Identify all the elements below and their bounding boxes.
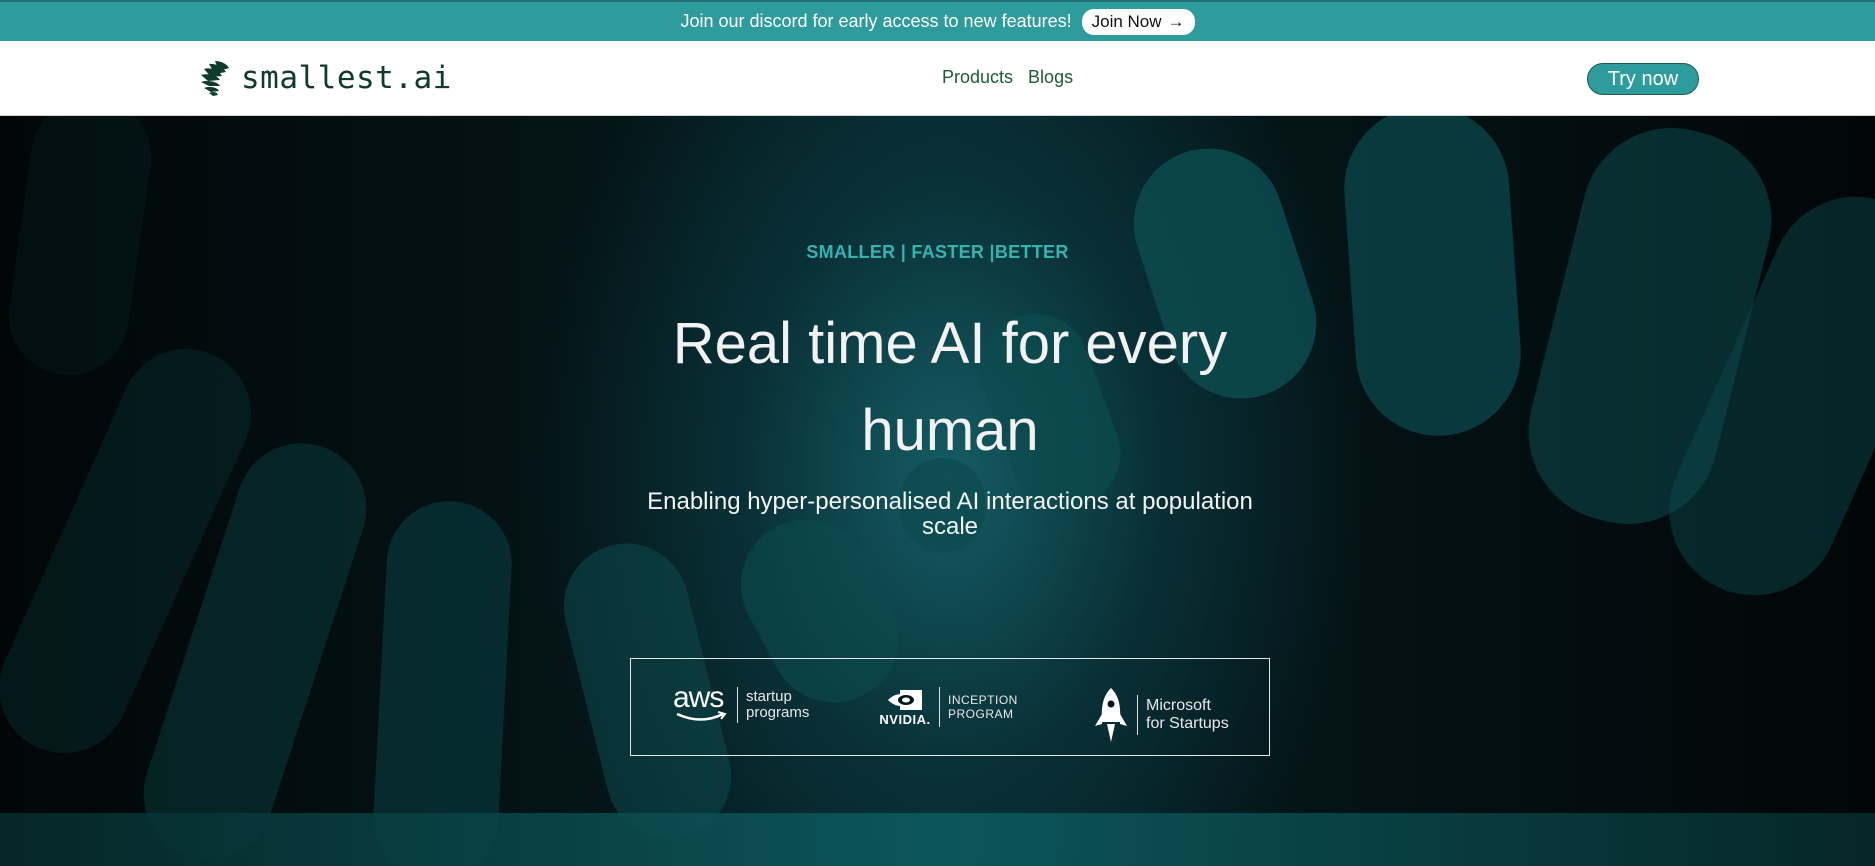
- divider: [1137, 695, 1138, 735]
- nav-links: Products Blogs: [942, 67, 1073, 88]
- smallest-logo-icon: [201, 61, 229, 96]
- logo-link[interactable]: smallest.ai: [199, 59, 452, 97]
- hero-eyebrow: SMALLER | FASTER |BETTER: [806, 242, 1069, 262]
- nav-link-products[interactable]: Products: [942, 67, 1013, 88]
- microsoft-startups-logo: Microsoft for Startups: [1093, 685, 1229, 745]
- microsoft-caption: Microsoft for Startups: [1146, 697, 1229, 733]
- try-now-button[interactable]: Try now: [1587, 63, 1699, 95]
- aws-caption-line1: startup: [746, 688, 792, 705]
- nav-link-blogs[interactable]: Blogs: [1028, 67, 1073, 88]
- join-now-button[interactable]: Join Now →: [1081, 8, 1195, 35]
- nvidia-caption-line2: PROGRAM: [948, 707, 1014, 721]
- divider: [939, 687, 940, 727]
- announcement-text: Join our discord for early access to new…: [680, 11, 1072, 31]
- hero-section: SMALLER | FASTER |BETTER Real time AI fo…: [0, 116, 1875, 866]
- aws-startup-logo: aws startup programs: [673, 681, 809, 725]
- partner-logos: aws startup programs NVIDIA. INCEPTION P…: [630, 658, 1270, 756]
- microsoft-caption-line1: Microsoft: [1146, 697, 1211, 714]
- nvidia-wordmark: NVIDIA.: [879, 711, 931, 727]
- decorative-shape: [1338, 116, 1527, 442]
- aws-caption-line2: programs: [746, 704, 810, 721]
- logo-text: smallest.ai: [241, 60, 452, 96]
- microsoft-caption-line2: for Startups: [1146, 715, 1229, 732]
- hero-headline: Real time AI for every human: [672, 311, 1228, 463]
- nvidia-inception-logo: NVIDIA. INCEPTION PROGRAM: [879, 685, 1018, 729]
- join-now-label: Join Now: [1091, 11, 1162, 31]
- aws-icon: aws: [673, 681, 729, 725]
- bottom-band: [0, 813, 1875, 866]
- top-navbar: smallest.ai Products Blogs Try now: [0, 41, 1875, 116]
- divider: [737, 687, 738, 723]
- nvidia-caption-line1: INCEPTION: [948, 693, 1018, 707]
- nvidia-icon: NVIDIA.: [879, 688, 931, 727]
- announcement-bar: Join our discord for early access to new…: [0, 0, 1875, 41]
- nvidia-caption: INCEPTION PROGRAM: [948, 693, 1018, 721]
- aws-caption: startup programs: [746, 689, 809, 721]
- decorative-shape: [370, 497, 515, 866]
- arrow-right-icon: →: [1167, 11, 1185, 31]
- rocket-icon: [1095, 688, 1127, 742]
- hero-subheadline: Enabling hyper-personalised AI interacti…: [647, 488, 1253, 540]
- aws-mark: aws: [673, 681, 724, 714]
